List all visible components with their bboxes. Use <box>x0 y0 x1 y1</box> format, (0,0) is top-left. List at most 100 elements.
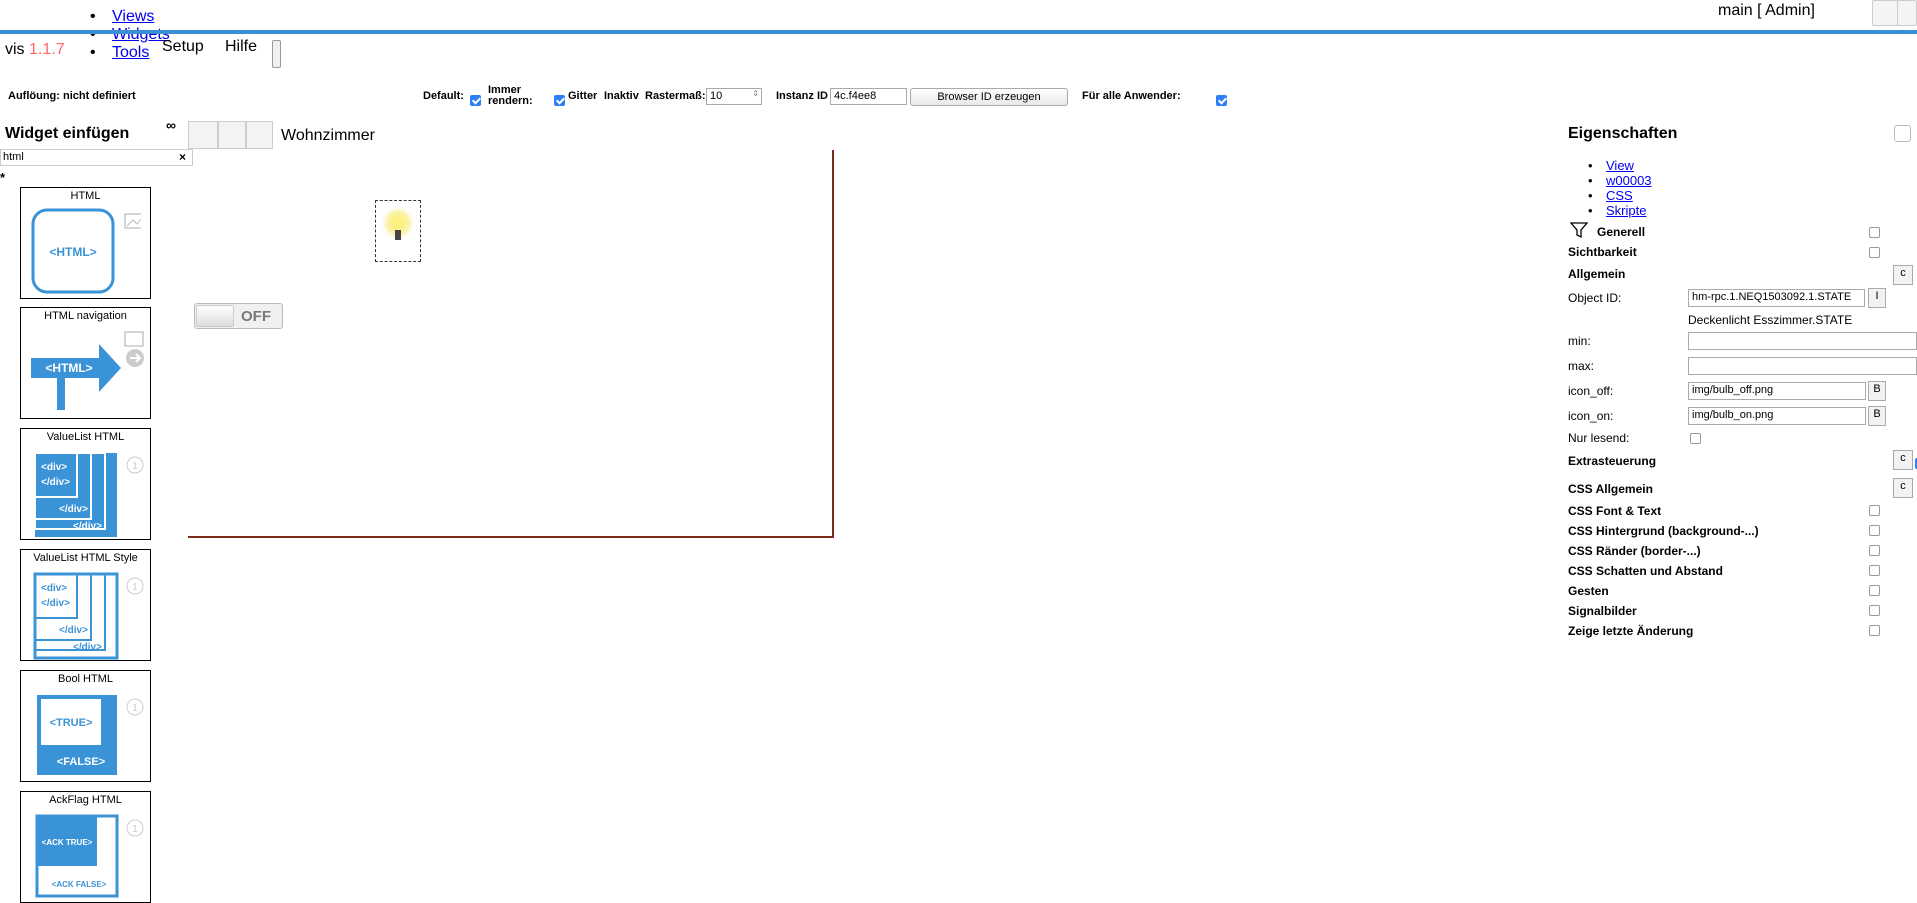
grid-value[interactable]: Inaktiv <box>604 90 639 102</box>
toggle-knob[interactable] <box>196 305 234 327</box>
css-border-checkbox[interactable] <box>1869 545 1880 556</box>
widget-card-valuelist-html[interactable]: ValueList HTML <div> </div> </div> </div… <box>20 428 151 540</box>
instance-label: Instanz ID <box>776 90 828 102</box>
preview-line: <TRUE> <box>50 717 93 729</box>
tab-link-widget[interactable]: w00003 <box>1606 173 1652 188</box>
tab-widget[interactable]: • w00003 <box>1588 173 1652 188</box>
tab-scripts[interactable]: • Skripte <box>1588 203 1652 218</box>
header-square-button-1[interactable] <box>1872 0 1898 26</box>
css-font-checkbox[interactable] <box>1869 505 1880 516</box>
always-render-label: Immer rendern: <box>488 85 533 107</box>
icon-off-input[interactable]: img/bulb_off.png <box>1688 382 1866 400</box>
widget-card-label: AckFlag HTML <box>49 794 122 806</box>
object-id-input[interactable]: hm-rpc.1.NEQ1503092.1.STATE <box>1688 289 1865 307</box>
clear-filter-icon[interactable]: × <box>179 150 186 164</box>
widget-card-bool-html[interactable]: Bool HTML <TRUE> <FALSE> 1 <box>20 670 151 782</box>
properties-title: Eigenschaften <box>1568 125 1678 142</box>
icon-on-browse-button[interactable]: B <box>1868 406 1886 426</box>
widget-card-ackflag-html[interactable]: AckFlag HTML <ACK TRUE> <ACK FALSE> 1 <box>20 791 151 903</box>
readonly-checkbox[interactable] <box>1690 433 1701 444</box>
tab-link-css[interactable]: CSS <box>1606 188 1633 203</box>
header-square-button-2[interactable] <box>1897 0 1917 26</box>
max-label: max: <box>1568 359 1595 373</box>
generell-checkbox[interactable] <box>1869 227 1880 238</box>
icon-on-label: icon_on: <box>1568 409 1614 423</box>
properties-toggle-button[interactable] <box>1894 125 1911 142</box>
nav-link-views[interactable]: Views <box>112 8 154 25</box>
brand-name: vis <box>5 41 25 58</box>
last-change-checkbox[interactable] <box>1869 625 1880 636</box>
widget-palette-title: Widget einfügen <box>5 125 130 142</box>
group-css-border[interactable]: CSS Ränder (border-...) <box>1568 544 1701 558</box>
menu-setup[interactable]: Setup <box>162 38 204 56</box>
min-input[interactable] <box>1688 332 1917 350</box>
properties-tabs: • View • w00003 • CSS • Skripte <box>1588 158 1652 218</box>
nav-item-widgets[interactable]: Widgets <box>90 26 170 44</box>
always-render-checkbox[interactable] <box>554 95 566 107</box>
widget-card-label: HTML <box>70 190 101 202</box>
view-button-3[interactable] <box>246 121 273 149</box>
bulb-widget[interactable] <box>375 200 421 262</box>
nav-link-tools[interactable]: Tools <box>112 44 149 61</box>
tab-view[interactable]: • View <box>1588 158 1652 173</box>
svg-text:1: 1 <box>132 461 138 472</box>
nav-item-tools[interactable]: Tools <box>90 44 170 62</box>
signalbilder-checkbox[interactable] <box>1869 605 1880 616</box>
header-accent-bar <box>0 30 1917 34</box>
ackflag-html-preview-icon: <ACK TRUE> <ACK FALSE> 1 <box>35 814 144 898</box>
max-input[interactable] <box>1688 357 1917 375</box>
group-css-font[interactable]: CSS Font & Text <box>1568 504 1661 518</box>
html-widget-preview-icon: <HTML> <box>31 208 141 294</box>
tab-link-view[interactable]: View <box>1606 158 1634 173</box>
default-checkbox[interactable] <box>470 95 481 107</box>
browser-id-button[interactable]: Browser ID erzeugen <box>910 88 1068 106</box>
group-extrasteuerung[interactable]: Extrasteuerung <box>1568 454 1656 468</box>
group-generell[interactable]: Generell <box>1597 225 1645 239</box>
extrasteuerung-side-button[interactable]: c <box>1893 450 1913 470</box>
active-view-name[interactable]: Wohnzimmer <box>281 127 375 145</box>
group-css-background[interactable]: CSS Hintergrund (background-...) <box>1568 524 1759 538</box>
css-allgemein-side-button[interactable]: c <box>1893 478 1913 498</box>
tab-link-scripts[interactable]: Skripte <box>1606 203 1646 218</box>
html-navigation-preview-icon: <HTML> <box>31 331 144 410</box>
gesten-checkbox[interactable] <box>1869 585 1880 596</box>
menu-help[interactable]: Hilfe <box>225 38 257 56</box>
view-button-2[interactable] <box>218 121 246 149</box>
view-canvas[interactable] <box>188 150 834 538</box>
widget-card-valuelist-html-style[interactable]: ValueList HTML Style <div> </div> </div>… <box>20 549 151 661</box>
css-shadow-checkbox[interactable] <box>1869 565 1880 576</box>
icon-off-browse-button[interactable]: B <box>1868 381 1886 401</box>
icon-off-label: icon_off: <box>1568 384 1614 398</box>
spinner-icon[interactable]: ⇕ <box>752 89 759 98</box>
widget-filter-input[interactable]: html × <box>0 149 193 166</box>
group-css-allgemein[interactable]: CSS Allgemein <box>1568 482 1653 496</box>
widget-filter-value: html <box>3 151 24 163</box>
nav-item-views[interactable]: Views <box>90 8 170 26</box>
all-users-label: Für alle Anwender: <box>1082 90 1181 102</box>
icon-on-input[interactable]: img/bulb_on.png <box>1688 407 1866 425</box>
group-allgemein[interactable]: Allgemein <box>1568 267 1625 281</box>
css-background-checkbox[interactable] <box>1869 525 1880 536</box>
group-sichtbarkeit[interactable]: Sichtbarkeit <box>1568 245 1637 259</box>
min-label: min: <box>1568 334 1591 348</box>
widget-card-html-navigation[interactable]: HTML navigation <HTML> <box>20 307 151 419</box>
all-users-checkbox[interactable] <box>1215 95 1227 107</box>
view-button-1[interactable] <box>188 121 218 149</box>
object-id-select-button[interactable]: I <box>1868 288 1886 308</box>
svg-text:1: 1 <box>132 824 138 835</box>
allgemein-side-button[interactable]: c <box>1893 265 1913 285</box>
instance-id-input[interactable]: 4c.f4ee8 <box>830 88 907 105</box>
group-signalbilder[interactable]: Signalbilder <box>1568 604 1637 618</box>
toggle-switch[interactable]: OFF <box>194 303 283 329</box>
tab-css[interactable]: • CSS <box>1588 188 1652 203</box>
group-gesten[interactable]: Gesten <box>1568 584 1609 598</box>
svg-text:1: 1 <box>132 703 138 714</box>
filter-icon[interactable] <box>1570 222 1588 239</box>
widget-card-html[interactable]: HTML <HTML> <box>20 187 151 299</box>
group-last-change[interactable]: Zeige letzte Änderung <box>1568 624 1693 638</box>
group-css-shadow[interactable]: CSS Schatten und Abstand <box>1568 564 1723 578</box>
binoculars-icon[interactable]: ∞ <box>166 117 176 133</box>
menu-scroll-handle[interactable] <box>272 40 281 68</box>
sichtbarkeit-checkbox[interactable] <box>1869 247 1880 258</box>
raster-input[interactable]: 10 ⇕ <box>706 88 762 105</box>
